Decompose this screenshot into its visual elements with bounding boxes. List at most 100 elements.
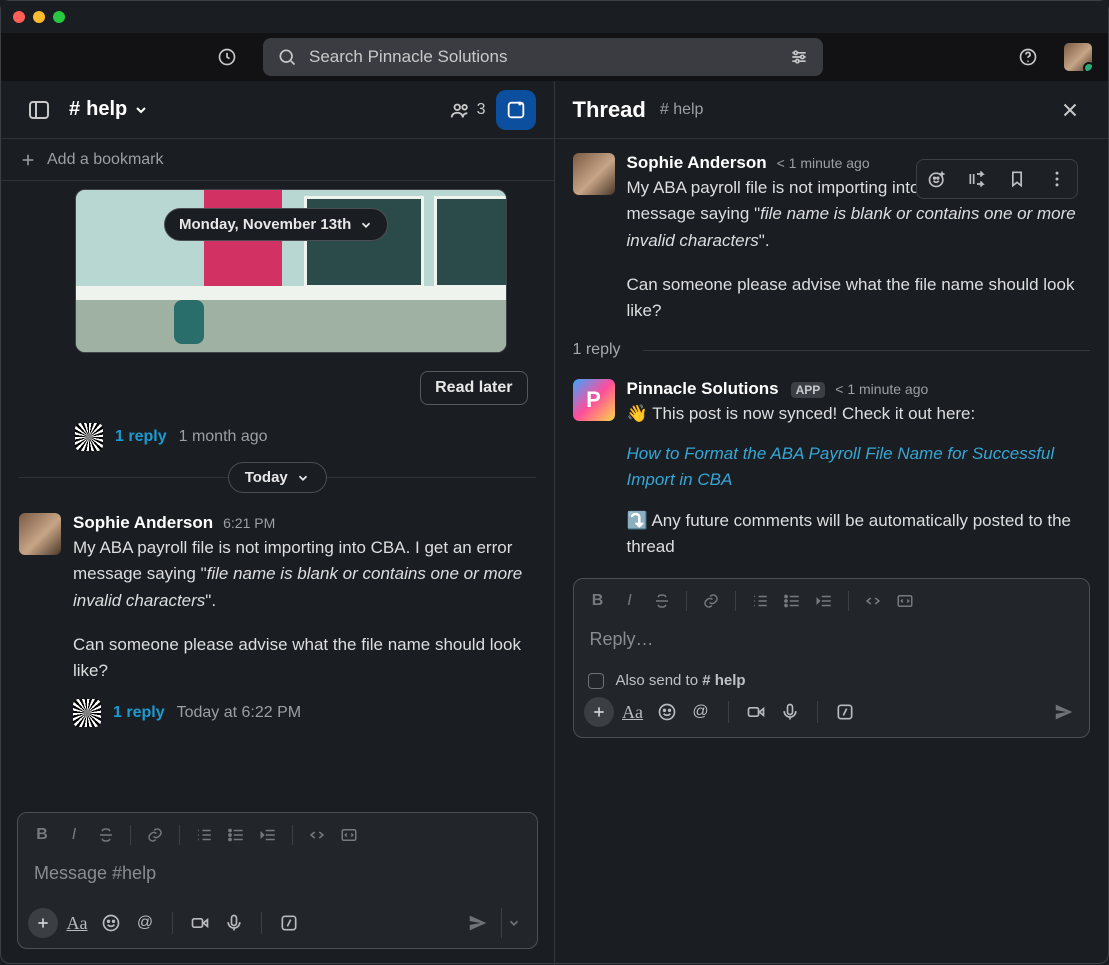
channel-name: help bbox=[86, 98, 127, 121]
synced-post-link[interactable]: How to Format the ABA Payroll File Name … bbox=[627, 444, 1055, 489]
app-avatar[interactable]: P bbox=[573, 379, 615, 421]
ordered-list-icon[interactable] bbox=[190, 821, 218, 849]
message: Sophie Anderson 6:21 PM My ABA payroll f… bbox=[19, 513, 536, 727]
plus-icon bbox=[19, 151, 37, 169]
message-time[interactable]: < 1 minute ago bbox=[835, 381, 928, 397]
date-divider-today[interactable]: Today bbox=[228, 462, 327, 493]
today-label: Today bbox=[245, 469, 288, 486]
bookmark-icon[interactable] bbox=[997, 160, 1037, 198]
close-thread-button[interactable] bbox=[1050, 90, 1090, 130]
codeblock-icon[interactable] bbox=[891, 587, 919, 615]
thread-root-message: Sophie Anderson < 1 minute ago My ABA pa… bbox=[573, 153, 1091, 325]
history-button[interactable] bbox=[207, 37, 247, 77]
forward-icon[interactable] bbox=[957, 160, 997, 198]
strike-icon[interactable] bbox=[648, 587, 676, 615]
message-composer: B I Aa @ bbox=[17, 812, 538, 949]
more-icon[interactable] bbox=[1037, 160, 1077, 198]
thread-reply: P Pinnacle Solutions APP < 1 minute ago … bbox=[573, 379, 1091, 561]
members-button[interactable]: 3 bbox=[449, 99, 486, 121]
message-input[interactable] bbox=[18, 857, 537, 897]
message-text-1: My ABA payroll file is not importing int… bbox=[73, 535, 536, 614]
emoji-icon[interactable] bbox=[96, 908, 126, 938]
also-send-row[interactable]: Also send to # help bbox=[574, 668, 1090, 691]
link-icon[interactable] bbox=[697, 587, 725, 615]
bot-text-1: 👋 This post is now synced! Check it out … bbox=[627, 401, 1091, 427]
thread-summary[interactable]: 1 reply 1 month ago bbox=[75, 423, 536, 451]
mention-icon[interactable]: @ bbox=[686, 697, 716, 727]
presence-active-icon bbox=[1083, 62, 1092, 71]
reply-age: Today at 6:22 PM bbox=[177, 704, 302, 722]
italic-icon[interactable]: I bbox=[60, 821, 88, 849]
thread-channel-link[interactable]: # help bbox=[660, 101, 704, 119]
send-button[interactable] bbox=[1049, 697, 1079, 727]
bullet-list-icon[interactable] bbox=[778, 587, 806, 615]
code-icon[interactable] bbox=[859, 587, 887, 615]
author-name[interactable]: Sophie Anderson bbox=[73, 513, 213, 533]
mic-icon[interactable] bbox=[219, 908, 249, 938]
channel-header: # help 3 bbox=[1, 81, 554, 139]
bold-icon[interactable]: B bbox=[584, 587, 612, 615]
italic-icon[interactable]: I bbox=[616, 587, 644, 615]
window-zoom[interactable] bbox=[53, 11, 65, 23]
indent-list-icon[interactable] bbox=[254, 821, 282, 849]
strike-icon[interactable] bbox=[92, 821, 120, 849]
thread-composer: B I Also send to # help bbox=[573, 578, 1091, 738]
also-send-checkbox[interactable] bbox=[588, 673, 604, 689]
message-time[interactable]: < 1 minute ago bbox=[777, 155, 870, 171]
chevron-down-icon bbox=[133, 102, 149, 118]
link-icon[interactable] bbox=[141, 821, 169, 849]
indent-list-icon[interactable] bbox=[810, 587, 838, 615]
people-icon bbox=[449, 99, 471, 121]
thread-summary[interactable]: 1 reply Today at 6:22 PM bbox=[73, 699, 536, 727]
message-list[interactable]: Monday, November 13th Read later 1 reply… bbox=[1, 181, 554, 796]
channel-name-button[interactable]: # help bbox=[69, 98, 149, 121]
search-input[interactable] bbox=[309, 47, 777, 67]
message-text-2: Can someone please advise what the file … bbox=[73, 632, 536, 685]
format-toggle-icon[interactable]: Aa bbox=[62, 908, 92, 938]
new-canvas-button[interactable] bbox=[496, 90, 536, 130]
bookmark-bar[interactable]: Add a bookmark bbox=[1, 139, 554, 181]
reply-input[interactable] bbox=[574, 623, 1090, 663]
window-minimize[interactable] bbox=[33, 11, 45, 23]
react-icon[interactable] bbox=[917, 160, 957, 198]
bullet-list-icon[interactable] bbox=[222, 821, 250, 849]
author-name[interactable]: Sophie Anderson bbox=[627, 153, 767, 173]
video-icon[interactable] bbox=[185, 908, 215, 938]
top-bar bbox=[1, 33, 1108, 81]
author-avatar[interactable] bbox=[573, 153, 615, 195]
member-count: 3 bbox=[477, 101, 486, 119]
send-options-button[interactable] bbox=[501, 908, 527, 938]
format-toggle-icon[interactable]: Aa bbox=[618, 697, 648, 727]
reply-count-link[interactable]: 1 reply bbox=[113, 704, 165, 722]
link-preview-image[interactable]: Monday, November 13th bbox=[75, 189, 507, 353]
message-time[interactable]: 6:21 PM bbox=[223, 515, 275, 531]
send-button[interactable] bbox=[463, 908, 493, 938]
bold-icon[interactable]: B bbox=[28, 821, 56, 849]
add-bookmark-label: Add a bookmark bbox=[47, 151, 164, 169]
attach-button[interactable] bbox=[584, 697, 614, 727]
ordered-list-icon[interactable] bbox=[746, 587, 774, 615]
app-name[interactable]: Pinnacle Solutions bbox=[627, 379, 779, 399]
filters-icon[interactable] bbox=[789, 47, 809, 67]
shortcut-icon[interactable] bbox=[274, 908, 304, 938]
emoji-icon[interactable] bbox=[652, 697, 682, 727]
author-avatar[interactable] bbox=[19, 513, 61, 555]
video-icon[interactable] bbox=[741, 697, 771, 727]
bot-text-2: ⤵️ Any future comments will be automatic… bbox=[627, 508, 1091, 561]
mention-icon[interactable]: @ bbox=[130, 908, 160, 938]
read-later-button[interactable]: Read later bbox=[420, 371, 527, 405]
toggle-sidebar-button[interactable] bbox=[19, 90, 59, 130]
self-avatar[interactable] bbox=[1064, 43, 1092, 71]
window-close[interactable] bbox=[13, 11, 25, 23]
shortcut-icon[interactable] bbox=[830, 697, 860, 727]
reply-count-link[interactable]: 1 reply bbox=[115, 428, 167, 446]
codeblock-icon[interactable] bbox=[335, 821, 363, 849]
app-badge: APP bbox=[791, 382, 826, 398]
help-button[interactable] bbox=[1008, 37, 1048, 77]
date-divider[interactable]: Monday, November 13th bbox=[164, 208, 388, 241]
mic-icon[interactable] bbox=[775, 697, 805, 727]
attach-button[interactable] bbox=[28, 908, 58, 938]
message-actions bbox=[916, 159, 1078, 199]
code-icon[interactable] bbox=[303, 821, 331, 849]
search-box[interactable] bbox=[263, 38, 823, 76]
